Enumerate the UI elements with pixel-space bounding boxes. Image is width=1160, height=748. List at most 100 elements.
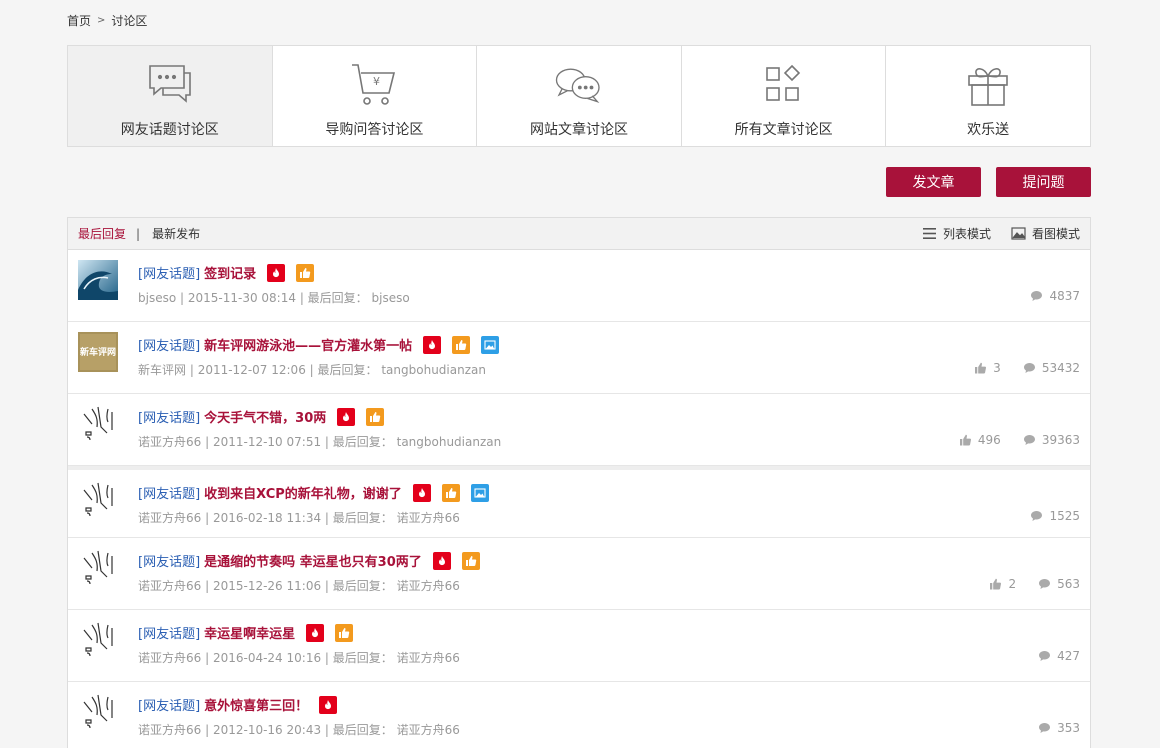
- thread-author[interactable]: 诺亚方舟66: [138, 435, 201, 449]
- thread-tag[interactable]: [网友话题]: [138, 483, 200, 502]
- badge-like: [296, 263, 315, 282]
- sketch-avatar-image: [78, 480, 118, 520]
- gift-icon: [968, 68, 1008, 106]
- thread-stats: 496 39363: [959, 433, 1080, 447]
- thread-title-line: [网友话题] 今天手气不错，30两: [138, 407, 385, 426]
- last-reply-user[interactable]: 诺亚方舟66: [397, 511, 460, 525]
- thread-title[interactable]: 签到记录: [204, 263, 256, 282]
- action-bar: 发文章 提问题: [886, 167, 1091, 197]
- category-tab-articles[interactable]: 网站文章讨论区: [477, 46, 682, 146]
- last-reply-user[interactable]: bjseso: [372, 291, 410, 305]
- thread-row[interactable]: 新车评网 [网友话题] 新车评网游泳池——官方灌水第一帖 新车评网 | 2011…: [68, 322, 1090, 394]
- category-tab-all[interactable]: 所有文章讨论区: [682, 46, 887, 146]
- thread-title[interactable]: 收到来自XCP的新年礼物，谢谢了: [204, 483, 402, 502]
- thread-title[interactable]: 今天手气不错，30两: [204, 407, 326, 426]
- avatar[interactable]: [78, 620, 118, 660]
- svg-text:¥: ¥: [373, 75, 380, 88]
- thread-tag[interactable]: [网友话题]: [138, 623, 200, 642]
- breadcrumb-home[interactable]: 首页: [67, 12, 91, 29]
- ask-question-button[interactable]: 提问题: [996, 167, 1091, 197]
- shopping-cart-icon: ¥: [352, 64, 396, 105]
- like-count-value: 2: [1008, 577, 1017, 591]
- badge-pic: [470, 483, 489, 502]
- like-count-value: 3: [993, 361, 1001, 375]
- comment-count-icon: [1039, 723, 1051, 733]
- category-tab-shopping[interactable]: ¥ 导购问答讨论区: [273, 46, 478, 146]
- avatar[interactable]: [78, 480, 118, 520]
- sort-tab-newest[interactable]: 最新发布: [152, 225, 200, 242]
- like-count: 496: [959, 433, 1001, 447]
- like-count-value: 496: [977, 433, 1001, 447]
- thread-date: 2015-12-26 11:06: [212, 579, 322, 593]
- thread-row[interactable]: [网友话题] 收到来自XCP的新年礼物，谢谢了 诺亚方舟66 | 2016-02…: [68, 466, 1090, 538]
- list-mode-button[interactable]: 列表模式: [922, 225, 991, 242]
- post-article-button[interactable]: 发文章: [886, 167, 981, 197]
- thread-row[interactable]: [网友话题] 意外惊喜第三回！ 诺亚方舟66 | 2012-10-16 20:4…: [68, 682, 1090, 748]
- grid-apps-icon: [765, 64, 800, 101]
- sort-tab-last-reply[interactable]: 最后回复: [78, 225, 126, 242]
- last-reply-user[interactable]: tangbohudianzan: [381, 363, 486, 377]
- last-reply-user[interactable]: tangbohudianzan: [397, 435, 502, 449]
- picture-icon: [484, 339, 496, 350]
- like-count: 2: [989, 577, 1016, 591]
- category-tab-gift[interactable]: 欢乐送: [886, 46, 1090, 146]
- comment-count: 53432: [1023, 361, 1080, 375]
- fire-icon: [418, 487, 425, 497]
- badge-like: [366, 407, 385, 426]
- thread-tag[interactable]: [网友话题]: [138, 551, 200, 570]
- fire-icon: [325, 699, 332, 709]
- chat-bubble-icon: [148, 65, 191, 103]
- thread-title-line: [网友话题] 意外惊喜第三回！: [138, 695, 338, 714]
- thread-tag[interactable]: [网友话题]: [138, 263, 200, 282]
- thread-row[interactable]: [网友话题] 是通缩的节奏吗 幸运星也只有30两了 诺亚方舟66 | 2015-…: [68, 538, 1090, 610]
- breadcrumb: 首页 > 讨论区: [67, 12, 147, 29]
- category-tab-topics[interactable]: 网友话题讨论区: [68, 46, 273, 146]
- last-reply-label: 最后回复：: [332, 511, 393, 525]
- fire-icon: [312, 627, 319, 637]
- thread-date: 2011-12-10 07:51: [212, 435, 322, 449]
- comment-count-value: 53432: [1041, 361, 1080, 375]
- thread-stats: 3 53432: [974, 361, 1080, 375]
- thread-row[interactable]: [网友话题] 幸运星啊幸运星 诺亚方舟66 | 2016-04-24 10:16…: [68, 610, 1090, 682]
- thread-author[interactable]: 新车评网: [138, 363, 186, 377]
- last-reply-user[interactable]: 诺亚方舟66: [397, 723, 460, 737]
- like-count-icon: [959, 434, 971, 446]
- category-nav: 网友话题讨论区 ¥ 导购问答讨论区 网站文章讨论区 所有文章讨论区 欢乐送: [67, 45, 1091, 147]
- comment-count-value: 427: [1057, 649, 1080, 663]
- thread-title[interactable]: 是通缩的节奏吗 幸运星也只有30两了: [204, 551, 422, 570]
- thread-author[interactable]: bjseso: [138, 291, 176, 305]
- last-reply-user[interactable]: 诺亚方舟66: [397, 579, 460, 593]
- thread-title[interactable]: 新车评网游泳池——官方灌水第一帖: [204, 335, 412, 354]
- list-mode-label: 列表模式: [942, 227, 991, 241]
- thread-author[interactable]: 诺亚方舟66: [138, 723, 201, 737]
- thumbs-up-icon: [370, 411, 381, 422]
- thread-stats: 353: [1038, 721, 1080, 735]
- thread-row[interactable]: [网友话题] 今天手气不错，30两 诺亚方舟66 | 2011-12-10 07…: [68, 394, 1090, 466]
- comment-count-value: 563: [1057, 577, 1080, 591]
- comment-count-icon: [1023, 435, 1035, 445]
- thread-author[interactable]: 诺亚方舟66: [138, 579, 201, 593]
- thread-title-line: [网友话题] 收到来自XCP的新年礼物，谢谢了: [138, 483, 489, 502]
- list-icon: [922, 228, 936, 239]
- thread-title[interactable]: 幸运星啊幸运星: [204, 623, 295, 642]
- badge-hot: [319, 695, 338, 714]
- avatar[interactable]: [78, 404, 118, 444]
- thread-date: 2016-04-24 10:16: [212, 651, 322, 665]
- comment-count: 353: [1038, 721, 1080, 735]
- last-reply-user[interactable]: 诺亚方舟66: [397, 651, 460, 665]
- thumbs-up-icon: [339, 627, 350, 638]
- thread-tag[interactable]: [网友话题]: [138, 335, 200, 354]
- thread-tag[interactable]: [网友话题]: [138, 407, 200, 426]
- avatar[interactable]: [78, 260, 118, 300]
- thread-tag[interactable]: [网友话题]: [138, 695, 200, 714]
- avatar[interactable]: 新车评网: [78, 332, 118, 372]
- thread-title[interactable]: 意外惊喜第三回！: [204, 695, 308, 714]
- thread-author[interactable]: 诺亚方舟66: [138, 651, 201, 665]
- thread-author[interactable]: 诺亚方舟66: [138, 511, 201, 525]
- avatar[interactable]: [78, 692, 118, 732]
- badge-like: [335, 623, 354, 642]
- thread-row[interactable]: [网友话题] 签到记录 bjseso | 2015-11-30 08:14 | …: [68, 250, 1090, 322]
- image-mode-button[interactable]: 看图模式: [1011, 225, 1080, 242]
- sketch-avatar-image: [78, 692, 118, 732]
- avatar[interactable]: [78, 548, 118, 588]
